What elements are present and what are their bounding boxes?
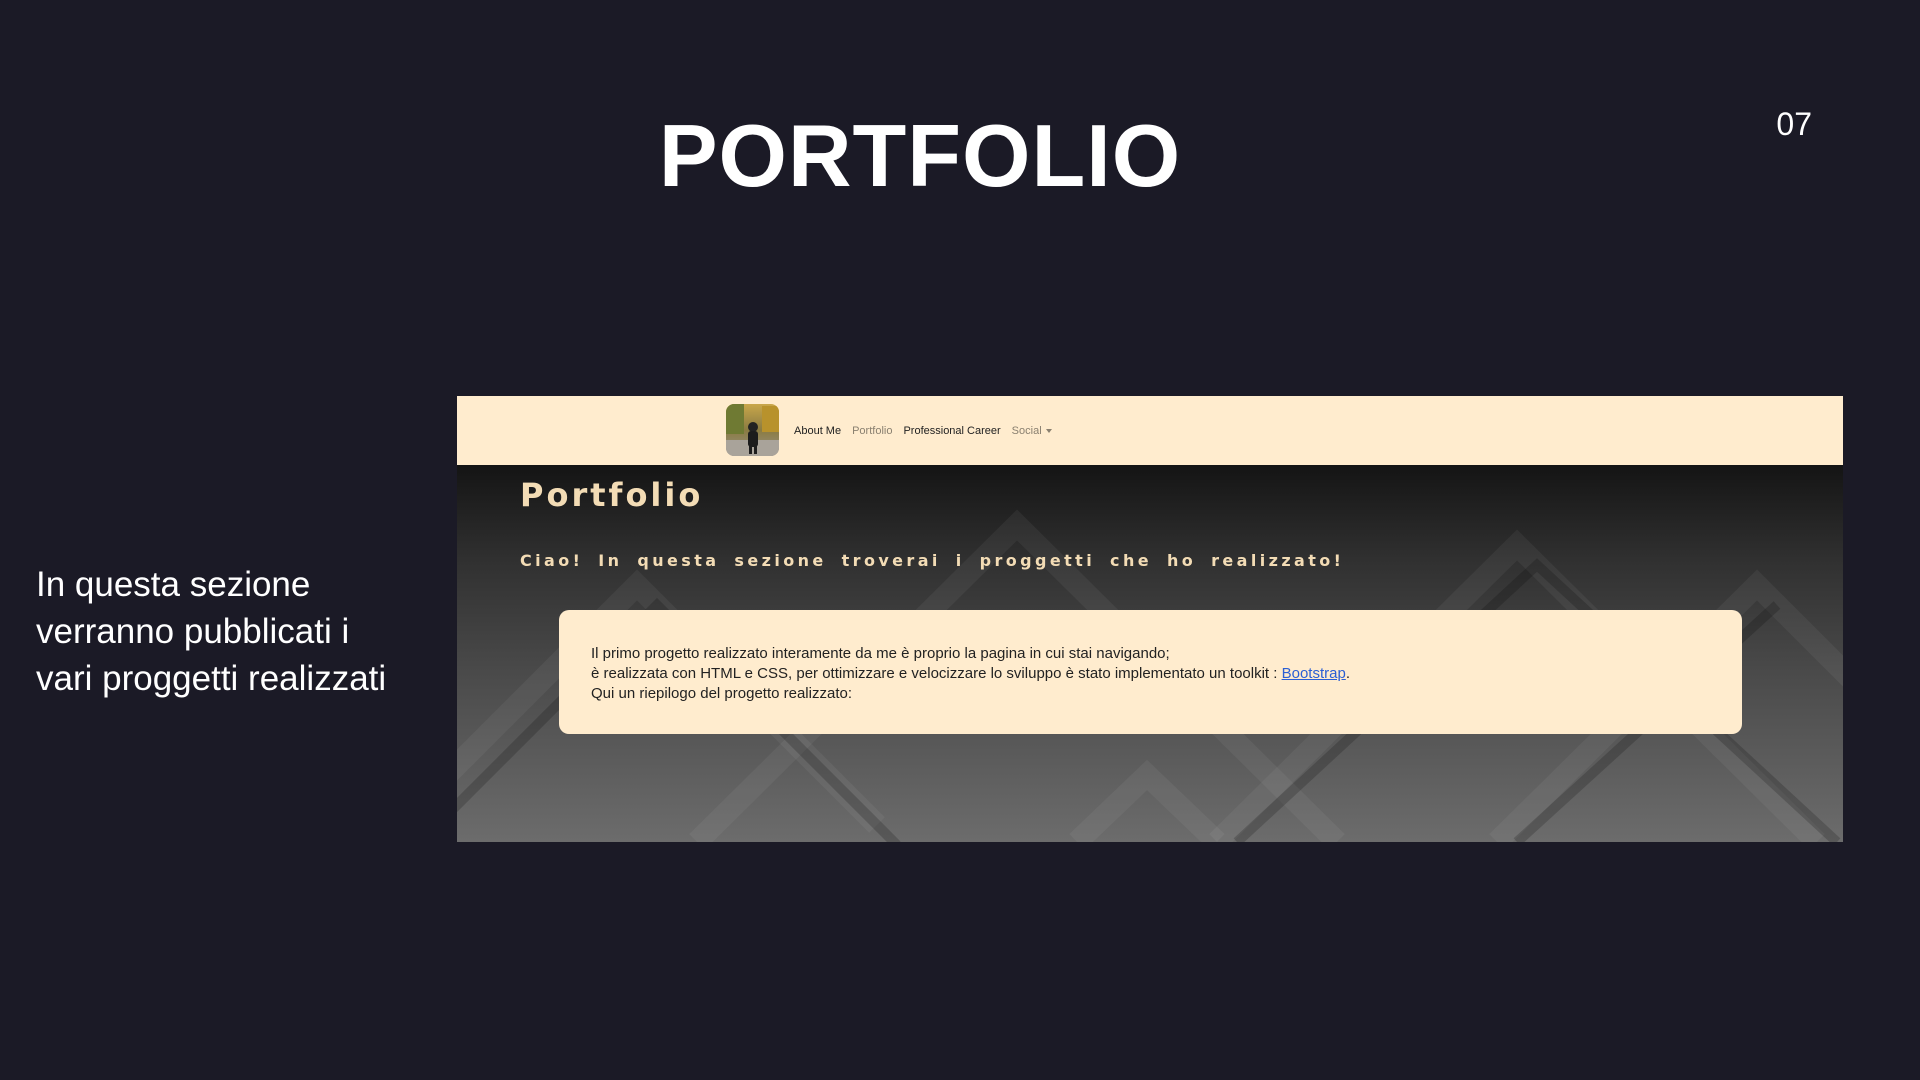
- slide-description: In questa sezione verranno pubblicati i …: [36, 561, 436, 702]
- site-subheading: Ciao! In questa sezione troverai i progg…: [520, 551, 1345, 570]
- nav-link-portfolio[interactable]: Portfolio: [852, 425, 892, 437]
- nav-dropdown-social[interactable]: Social: [1012, 425, 1052, 437]
- profile-photo-icon: [726, 404, 779, 456]
- description-line: In questa sezione: [36, 565, 311, 604]
- website-screenshot: About Me Portfolio Professional Career S…: [457, 396, 1843, 842]
- card-text: è realizzata con HTML e CSS, per ottimiz…: [591, 665, 1282, 682]
- slide-title: PORTFOLIO: [658, 106, 1182, 205]
- nav-link-social: Social: [1011, 424, 1042, 437]
- slide: PORTFOLIO 07 In questa sezione verranno …: [0, 0, 1920, 1080]
- site-heading: Portfolio: [520, 476, 704, 514]
- page-number: 07: [1776, 106, 1812, 142]
- description-line: vari proggetti realizzati: [36, 659, 387, 698]
- project-card: Il primo progetto realizzato interamente…: [559, 610, 1742, 734]
- bootstrap-link[interactable]: Bootstrap: [1282, 665, 1346, 682]
- card-line: è realizzata con HTML e CSS, per ottimiz…: [591, 664, 1710, 684]
- card-text: .: [1345, 665, 1350, 682]
- description-line: verranno pubblicati i: [36, 612, 350, 651]
- nav-link-about-me[interactable]: About Me: [794, 425, 841, 437]
- nav-link-professional-career[interactable]: Professional Career: [903, 425, 1000, 437]
- card-line: Il primo progetto realizzato interamente…: [591, 645, 1170, 662]
- site-hero: Portfolio Ciao! In questa sezione trover…: [457, 465, 1843, 842]
- avatar[interactable]: [726, 404, 779, 456]
- site-navbar: About Me Portfolio Professional Career S…: [457, 396, 1843, 465]
- site-nav-links: About Me Portfolio Professional Career S…: [794, 396, 1052, 465]
- caret-down-icon: [1045, 428, 1052, 433]
- card-line: Qui un riepilogo del progetto realizzato…: [591, 685, 852, 702]
